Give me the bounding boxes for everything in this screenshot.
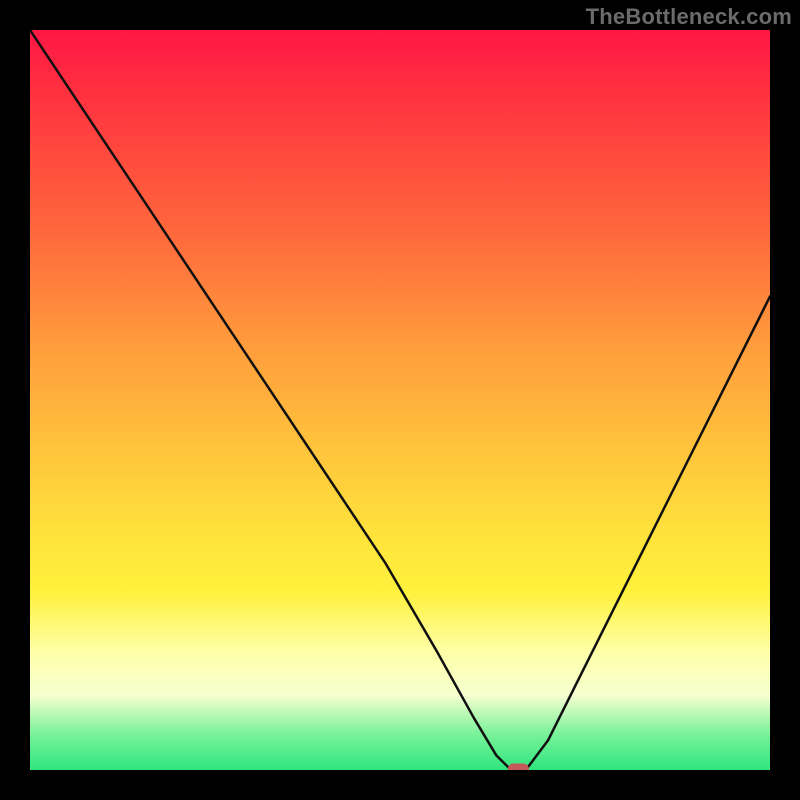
watermark-label: TheBottleneck.com <box>586 4 792 30</box>
chart-frame: TheBottleneck.com <box>0 0 800 800</box>
plot-svg <box>30 30 770 770</box>
plot-area <box>30 30 770 770</box>
curve-minimum-marker <box>508 764 528 770</box>
bottleneck-curve <box>30 30 770 770</box>
